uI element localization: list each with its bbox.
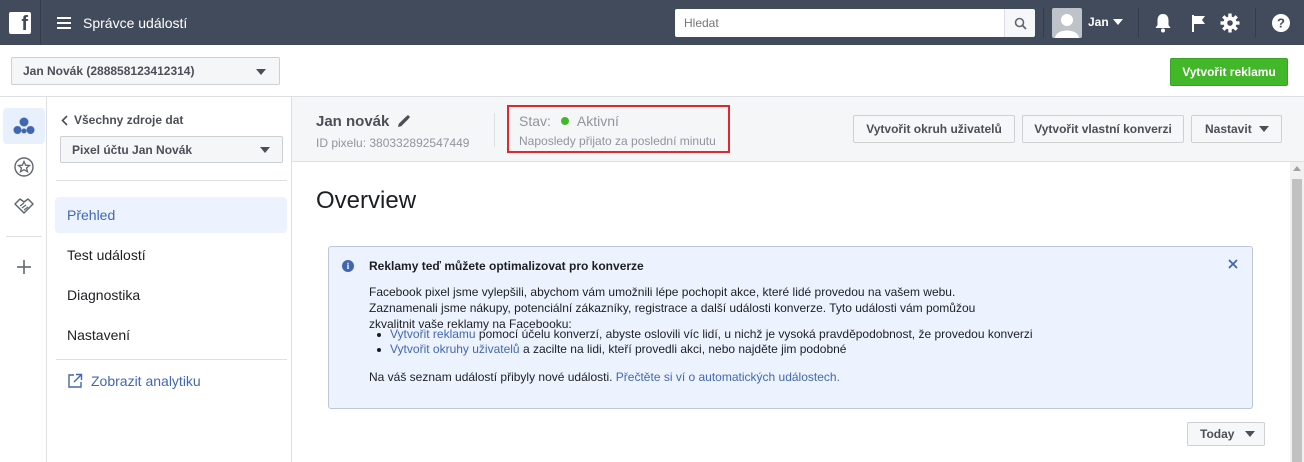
- scrollbar[interactable]: [1290, 162, 1304, 462]
- overview-content: Overview i Reklamy teď můžete optimalizo…: [292, 162, 1290, 462]
- scrollbar-thumb[interactable]: [1292, 179, 1302, 462]
- pixel-name-label: Jan novák: [316, 113, 390, 130]
- pixel-dropdown[interactable]: Pixel účtu Jan Novák: [60, 136, 283, 163]
- chevron-down-icon: [1259, 126, 1269, 132]
- status-value: Aktivní: [576, 113, 619, 129]
- pixel-name: Jan novák: [316, 113, 411, 130]
- page-title: Overview: [316, 187, 417, 214]
- status-line: Stav: Aktivní: [519, 113, 619, 129]
- chevron-down-icon: [1245, 431, 1255, 437]
- pixel-dropdown-label: Pixel účtu Jan Novák: [72, 142, 193, 157]
- list-item: Vytvořit reklamu pomocí účelu konverzí, …: [369, 327, 1033, 342]
- topbar-divider: [40, 0, 41, 45]
- create-ad-button[interactable]: Vytvořit reklamu: [1170, 58, 1288, 86]
- list-item-text: pomocí účelu konverzí, abyste oslovili v…: [475, 327, 1033, 341]
- gear-icon[interactable]: [1220, 13, 1240, 33]
- setup-label: Nastavit: [1205, 122, 1252, 136]
- sidebar-item-settings[interactable]: Nastavení: [55, 317, 287, 353]
- date-range-dropdown[interactable]: Today: [1187, 422, 1265, 446]
- all-data-sources-label: Všechny zdroje dat: [74, 113, 184, 127]
- search-button[interactable]: [1004, 9, 1035, 37]
- rail-divider: [6, 236, 42, 237]
- chevron-down-icon: [260, 147, 270, 153]
- create-ad-link[interactable]: Vytvořit reklamu: [390, 327, 476, 342]
- pixel-id: ID pixelu: 380332892547449: [316, 136, 470, 150]
- account-bar: Jan Novák (288858123412314) Vytvořit rek…: [0, 45, 1304, 97]
- topbar-separator: [1043, 8, 1044, 38]
- scroll-up-arrow-icon[interactable]: [1293, 166, 1301, 171]
- list-item: Vytvořit okruhy uživatelů a zacilte na l…: [369, 342, 1033, 357]
- plus-icon: [17, 260, 31, 274]
- icon-rail: [0, 97, 47, 462]
- flag-icon[interactable]: [1188, 13, 1208, 33]
- info-banner-footer: Na váš seznam událostí přibyly nové udál…: [369, 370, 840, 384]
- sidebar-item-diagnostics[interactable]: Diagnostika: [55, 277, 287, 313]
- automatic-events-link[interactable]: Přečtěte si ví o automatických událostec…: [616, 370, 840, 384]
- create-custom-conversion-button[interactable]: Vytvořit vlastní konverzi: [1022, 115, 1184, 143]
- close-icon[interactable]: [1226, 257, 1240, 271]
- sidebar-item-test-events[interactable]: Test událostí: [55, 237, 287, 273]
- rail-data-sources[interactable]: [3, 108, 45, 144]
- sidebar-item-overview[interactable]: Přehled: [55, 197, 287, 233]
- ad-account-dropdown[interactable]: Jan Novák (288858123412314): [11, 57, 280, 85]
- header-divider: [494, 113, 495, 147]
- date-range-label: Today: [1200, 427, 1235, 441]
- chevron-down-icon: [256, 69, 266, 75]
- status-label: Stav:: [519, 113, 551, 129]
- app-title: Správce událostí: [83, 14, 188, 31]
- top-bar: f Správce událostí Jan ?: [0, 0, 1304, 45]
- info-icon: i: [342, 260, 354, 272]
- search-input[interactable]: [675, 9, 1004, 37]
- all-data-sources-link[interactable]: Všechny zdroje dat: [61, 113, 183, 127]
- help-icon[interactable]: ?: [1271, 13, 1291, 33]
- topbar-separator: [1255, 8, 1256, 38]
- pencil-icon[interactable]: [397, 115, 411, 128]
- chevron-left-icon: [61, 114, 68, 126]
- sidebar-divider: [56, 180, 287, 181]
- info-banner: i Reklamy teď můžete optimalizovat pro k…: [328, 246, 1253, 409]
- bell-icon[interactable]: [1153, 13, 1173, 33]
- star-icon: [14, 157, 34, 177]
- external-link-icon: [68, 373, 83, 388]
- create-audiences-link[interactable]: Vytvořit okruhy uživatelů: [390, 342, 520, 357]
- create-audience-button[interactable]: Vytvořit okruh uživatelů: [853, 115, 1015, 143]
- rail-favorites[interactable]: [3, 149, 45, 185]
- data-source-sidebar: Všechny zdroje dat Pixel účtu Jan Novák …: [47, 97, 292, 462]
- handshake-icon: [14, 198, 34, 214]
- pixel-status: Stav: Aktivní Naposledy přijato za posle…: [507, 105, 730, 153]
- setup-dropdown-button[interactable]: Nastavit: [1191, 115, 1282, 143]
- info-footer-text: Na váš seznam událostí přibyly nové udál…: [369, 370, 616, 384]
- info-banner-text: Facebook pixel jsme vylepšili, abychom v…: [369, 285, 976, 331]
- ad-account-label: Jan Novák (288858123412314): [23, 64, 195, 78]
- info-banner-title: Reklamy teď můžete optimalizovat pro kon…: [369, 259, 644, 273]
- list-item-text: a zacilte na lidi, kteří provedli akci, …: [519, 342, 847, 356]
- rail-partners[interactable]: [3, 188, 45, 224]
- view-analytics-link[interactable]: Zobrazit analytiku: [67, 373, 201, 389]
- chevron-down-icon[interactable]: [1113, 19, 1123, 25]
- rail-add[interactable]: [3, 249, 45, 285]
- status-dot-icon: [560, 117, 569, 125]
- view-analytics-label: Zobrazit analytiku: [91, 373, 201, 389]
- info-banner-list: Vytvořit reklamu pomocí účelu konverzí, …: [369, 327, 1033, 357]
- avatar[interactable]: [1052, 8, 1082, 38]
- data-sources-icon: [13, 117, 35, 134]
- facebook-logo-icon[interactable]: f: [9, 11, 31, 34]
- pixel-header: Jan novák ID pixelu: 380332892547449 Sta…: [292, 97, 1304, 162]
- status-last-received: Naposledy přijato za poslední minutu: [519, 134, 716, 148]
- search-box: [675, 9, 1035, 37]
- topbar-separator: [1138, 8, 1139, 38]
- sidebar-divider: [56, 359, 287, 360]
- menu-icon[interactable]: [57, 16, 71, 29]
- search-icon: [1014, 17, 1027, 30]
- user-name[interactable]: Jan: [1088, 15, 1109, 29]
- svg-text:?: ?: [1277, 16, 1285, 31]
